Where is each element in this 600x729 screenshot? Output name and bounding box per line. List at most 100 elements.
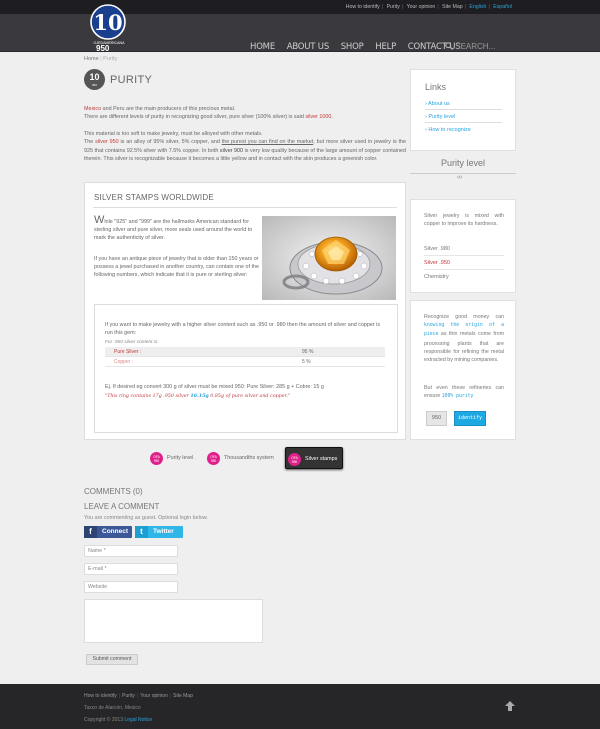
identify-highlight: 100% purity [441,394,474,400]
main-nav: HOME ABOUT US SHOP HELP CONTACT US [250,42,469,52]
footer-link-opinion[interactable]: Your opinion [140,693,168,699]
guest-note: You are commenting as guest. Optional lo… [84,515,208,521]
intro-paragraph-1: Mexico and Peru are the main producers o… [84,105,406,122]
intro-paragraph-2: This material is too soft to make jewelr… [84,130,406,163]
tab-label: Thousandths system [224,455,274,461]
badge-number: 10 [89,72,100,82]
links-title: Links [425,82,447,92]
stamps-text: hile "925" and "999" are the hallmarks A… [94,219,253,241]
value-950-button[interactable]: 950 [426,411,447,426]
intro-text: The [84,139,96,146]
footer-link-identify[interactable]: How to identify [84,693,117,699]
table-row: Copper : 5 % [105,357,385,367]
page-title: PURITY [110,74,153,86]
silver-badge-icon: OFA 950 [150,452,163,465]
identify-text-2: But even these refineries can ensure 100… [424,384,504,401]
silver-badge-icon: OFA 950 [288,453,301,466]
search-icon [445,42,453,50]
level-950[interactable]: Silver .950 [424,260,504,270]
breadcrumb-home[interactable]: Home [84,56,99,62]
badge-sub: 950 [91,83,97,87]
ring-note: "This ring contains 17g .950 silver 16.1… [105,392,387,401]
footer-link-purity[interactable]: Purity [122,693,135,699]
intro-text: . [331,114,333,121]
row-label: Copper : [114,359,134,365]
intro-mexico: Mexico [84,106,102,112]
stamps-paragraph-1: While "925" and "999" are the hallmarks … [94,214,261,242]
legal-notice-link[interactable]: Legal Notice [124,717,152,723]
nav-help[interactable]: HELP [375,42,396,52]
purity-level-box: Silver jewelry is mixed with copper to i… [410,199,516,293]
row-value: 95 % [302,349,314,355]
note-text: "This ring contains 17g .950 silver [105,394,191,399]
table-caption: For .950 silver content is: [105,340,159,345]
identify-button[interactable]: identify [454,411,486,426]
identify-text-part: Recognize good money can [424,314,504,320]
purity-level-title: Purity level [440,158,485,168]
intro-text: There are different levels of purity in … [84,114,306,121]
arrow-up-icon[interactable] [504,700,516,712]
table-row: Pure Silver : 95 % [105,347,385,357]
composition-table: Pure Silver : 95 % Copper : 5 % [105,347,385,367]
top-link-sitemap[interactable]: Site Map [440,4,464,10]
level-chemistry[interactable]: Chemistry [424,274,504,283]
top-links: How to identify | Purity | Your opinion | S… [344,4,514,10]
sidebar-link-purity[interactable]: › Purity level [425,114,502,123]
website-field[interactable]: Website [84,581,178,593]
footer-links: How to identify | Purity | Your opinion | Site… [84,693,193,699]
silver-content-panel: If you want to make jewelry with a highe… [94,304,398,433]
purity-text: Silver jewelry is mixed with copper to i… [424,213,504,228]
facebook-connect-button[interactable]: f Connect [84,526,132,538]
facebook-label: Connect [102,528,128,535]
intro-text: and Peru are the main producers of this … [101,106,236,112]
dropcap: W [94,214,105,226]
top-link-opinion[interactable]: Your opinion [405,4,438,10]
twitter-button[interactable]: t Twitter [135,526,183,538]
sidebar-link-about[interactable]: › About us [425,101,502,110]
comment-textarea[interactable] [84,599,263,643]
twitter-icon: t [135,526,148,538]
website-placeholder: Website [88,584,108,590]
footer-address: Taxco de Alarcón, Mexico [84,705,141,711]
intro-text: is an alloy of 95% silver, 5% copper, an… [118,139,222,146]
site-logo[interactable]: 10 OJEDAMERICANA 950 [86,3,134,53]
links-box: Links › About us › Purity level › How to… [410,69,516,151]
intro-silver-900: silver 900 [219,147,244,154]
search-input[interactable]: SEARCH... [445,42,495,51]
leave-comment-title: LEAVE A COMMENT [84,502,160,511]
nav-about[interactable]: ABOUT US [287,42,330,52]
stamps-paragraph-2: If you have an antique piece of jewelry … [94,256,260,278]
logo-line2: 950 [96,44,110,51]
email-field[interactable]: E-mail * [84,563,178,575]
footer-link-sitemap[interactable]: Site Map [173,693,193,699]
tab-label: Silver stamps [305,456,338,462]
sidebar-link-recognize[interactable]: › How to recognize [425,127,502,135]
note-highlight: 16.15g [190,393,209,399]
twitter-label: Twitter [153,528,174,535]
silver-stamps-box: SILVER STAMPS WORLDWIDE While "925" and … [84,182,406,440]
top-link-purity[interactable]: Purity [385,4,402,10]
submit-comment-button[interactable]: Submit comment [86,654,138,665]
intro-text: This material is too soft to make jewelr… [84,131,263,137]
top-link-identify[interactable]: How to identify [344,4,382,10]
search-placeholder: SEARCH... [455,42,496,51]
lang-english[interactable]: English [467,4,488,10]
nav-home[interactable]: HOME [250,42,275,52]
level-980[interactable]: Silver .980 [424,246,504,256]
lang-spanish[interactable]: Español [491,4,514,10]
nav-shop[interactable]: SHOP [341,42,364,52]
example-text: Ej. If desired eg convert 300 g of silve… [105,384,324,390]
divider [410,173,516,174]
comments-count-title: COMMENTS (0) [84,487,143,496]
breadcrumb: Home | Purity [84,56,118,62]
tab-silver-stamps[interactable]: OFA 950 Silver stamps [285,447,343,469]
identify-text: Recognize good money can knowing the ori… [424,313,504,364]
facebook-icon: f [84,526,97,538]
tab-thousandths-system[interactable]: OFA 950 Thousandths system [205,447,281,469]
row-label: Pure Silver : [114,349,142,355]
intro-purest-link[interactable]: the purest you can find on the market [222,139,314,145]
tab-purity-level[interactable]: OFA 950 Purity level [148,447,200,469]
email-placeholder: E-mail * [88,566,107,572]
name-field[interactable]: Name * [84,545,178,557]
footer-copyright: Copyright © 2013 Legal Notice [84,717,152,723]
